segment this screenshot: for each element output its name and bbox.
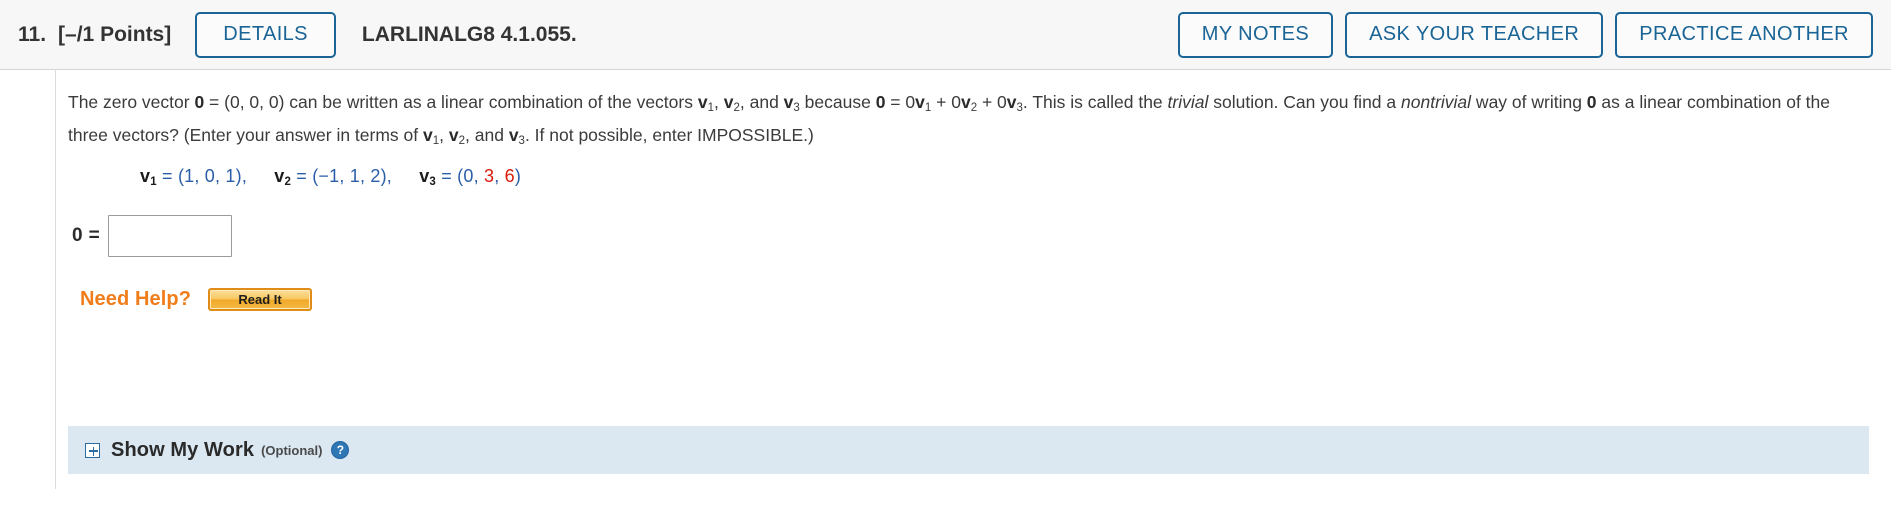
problem-text-6: + 0 <box>931 92 961 112</box>
problem-statement: The zero vector 0 = (0, 0, 0) can be wri… <box>68 92 1831 148</box>
vector-v2-definition: v2 = (−1, 1, 2), <box>274 166 392 189</box>
problem-text-1: The zero vector <box>68 92 195 112</box>
vector-v3-definition: v3 = (0, 3, 6) <box>419 166 522 189</box>
question-code: LARLINALG8 4.1.055. <box>361 22 577 46</box>
ask-your-teacher-button[interactable]: ASK YOUR TEACHER <box>1345 11 1604 58</box>
details-button[interactable]: DETAILS <box>195 11 336 58</box>
vector-v3-term: v <box>1006 92 1017 112</box>
vector-v1-c2: 0 <box>204 166 215 186</box>
vector-v2-c1: −1 <box>318 166 340 186</box>
vector-v1-subscript: 1 <box>707 102 714 115</box>
practice-another-button[interactable]: PRACTICE ANOTHER <box>1615 11 1873 58</box>
question-points: [–/1 Points] <box>58 22 172 46</box>
help-circle-icon[interactable]: ? <box>331 441 350 459</box>
vector-v3-name: v <box>419 166 430 186</box>
show-my-work-title: Show My Work <box>111 438 255 461</box>
problem-text-9: solution. Can you find a <box>1208 92 1397 112</box>
vector-v2-equals: = <box>296 166 307 186</box>
question-number: 11. <box>18 22 47 46</box>
need-help-row: Need Help? Read It <box>68 288 1891 311</box>
vector-v1-inline: v <box>697 92 708 112</box>
question-body: The zero vector 0 = (0, 0, 0) can be wri… <box>0 70 1891 526</box>
answer-input[interactable] <box>107 215 232 257</box>
problem-text-5: = 0 <box>885 92 916 112</box>
vector-v2-c2: 1 <box>349 166 360 186</box>
vector-v2-close: ), <box>380 166 392 186</box>
vector-v2-c3: 2 <box>370 166 381 186</box>
problem-text-4: because <box>799 92 876 112</box>
vector-v3-def-subscript: 3 <box>429 176 437 189</box>
vector-v2-name: v <box>274 166 285 186</box>
vector-definitions: v1 = (1, 0, 1), v2 = (−1, 1, 2), v3 = (0… <box>68 166 1891 189</box>
show-my-work-optional: (Optional) <box>261 442 323 458</box>
question-header: 11. [–/1 Points] DETAILS LARLINALG8 4.1.… <box>0 0 1891 70</box>
vector-v1-c3: 1 <box>225 166 236 186</box>
question-header-left: 11. [–/1 Points] DETAILS LARLINALG8 4.1.… <box>18 11 577 58</box>
zero-vector-symbol-3: 0 <box>1586 92 1597 112</box>
vector-v2-term: v <box>960 92 971 112</box>
zero-vector-symbol: 0 <box>194 92 205 112</box>
answer-equals-sign: = <box>88 225 100 246</box>
my-notes-button[interactable]: MY NOTES <box>1177 11 1334 58</box>
problem-text-7: + 0 <box>977 92 1007 112</box>
problem-text-13: . If not possible, enter IMPOSSIBLE.) <box>524 125 814 145</box>
vector-v1-name: v <box>140 166 151 186</box>
vector-v1-close: ), <box>235 166 248 186</box>
vector-v3-c1: 0 <box>463 166 474 186</box>
question-content: The zero vector 0 = (0, 0, 0) can be wri… <box>0 70 1891 311</box>
vector-v3-c3: 6 <box>504 166 515 186</box>
nontrivial-emphasis: nontrivial <box>1401 92 1472 112</box>
vector-v1-ref-subscript: 1 <box>432 135 440 148</box>
vector-v1-equals: = <box>162 166 173 186</box>
vector-v3-inline: v <box>783 92 794 112</box>
problem-text-8: . This is called the <box>1022 92 1168 112</box>
vector-v3-equals: = <box>441 166 452 186</box>
answer-label: 0 <box>72 225 83 246</box>
problem-text-12: , and <box>465 125 509 145</box>
problem-text-3: , and <box>739 92 784 112</box>
vector-v1-def-subscript: 1 <box>150 176 157 189</box>
answer-row: 0 = <box>68 215 1891 257</box>
problem-text-2: = (0, 0, 0) can be written as a linear c… <box>204 92 698 112</box>
read-it-button[interactable]: Read It <box>208 288 313 311</box>
vector-v3-ref: v <box>508 125 519 145</box>
trivial-emphasis: trivial <box>1167 92 1209 112</box>
vector-v3-c2: 3 <box>483 166 495 186</box>
need-help-label: Need Help? <box>80 288 192 310</box>
vector-v1-definition: v1 = (1, 0, 1), <box>140 166 248 189</box>
question-header-actions: MY NOTES ASK YOUR TEACHER PRACTICE ANOTH… <box>1177 11 1873 58</box>
vector-v2-def-subscript: 2 <box>284 176 292 189</box>
vector-v2-inline: v <box>723 92 734 112</box>
vector-v3-close: ) <box>514 166 522 186</box>
vector-v1-c1: 1 <box>184 166 195 186</box>
vector-v1-term: v <box>915 92 925 112</box>
zero-vector-symbol-2: 0 <box>875 92 886 112</box>
vector-v1-ref: v <box>423 125 433 145</box>
vector-v2-ref: v <box>448 125 459 145</box>
problem-text-10: way of writing <box>1471 92 1587 112</box>
plus-box-icon[interactable] <box>85 442 100 458</box>
show-my-work-bar[interactable]: Show My Work (Optional) ? <box>68 426 1869 474</box>
left-divider <box>55 70 56 489</box>
